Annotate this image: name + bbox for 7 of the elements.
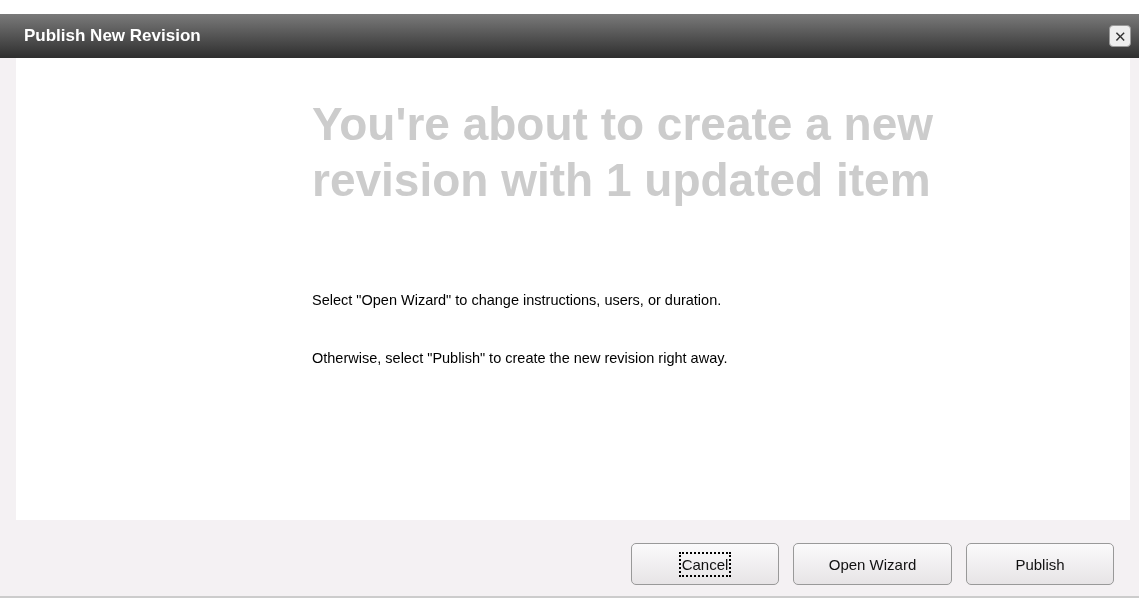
instruction-text: Otherwise, select "Publish" to create the new revision right away. xyxy=(312,350,729,366)
window-title: Publish New Revision xyxy=(24,26,201,46)
dialog-button[interactable]: Open Wizard xyxy=(793,543,952,585)
close-button[interactable]: ✕ xyxy=(1109,25,1131,47)
dialog-button[interactable]: Publish xyxy=(966,543,1114,585)
dialog-button[interactable]: Cancel xyxy=(631,543,779,585)
instruction-text: Select "Open Wizard" to change instructions, users, or duration. xyxy=(312,292,723,308)
